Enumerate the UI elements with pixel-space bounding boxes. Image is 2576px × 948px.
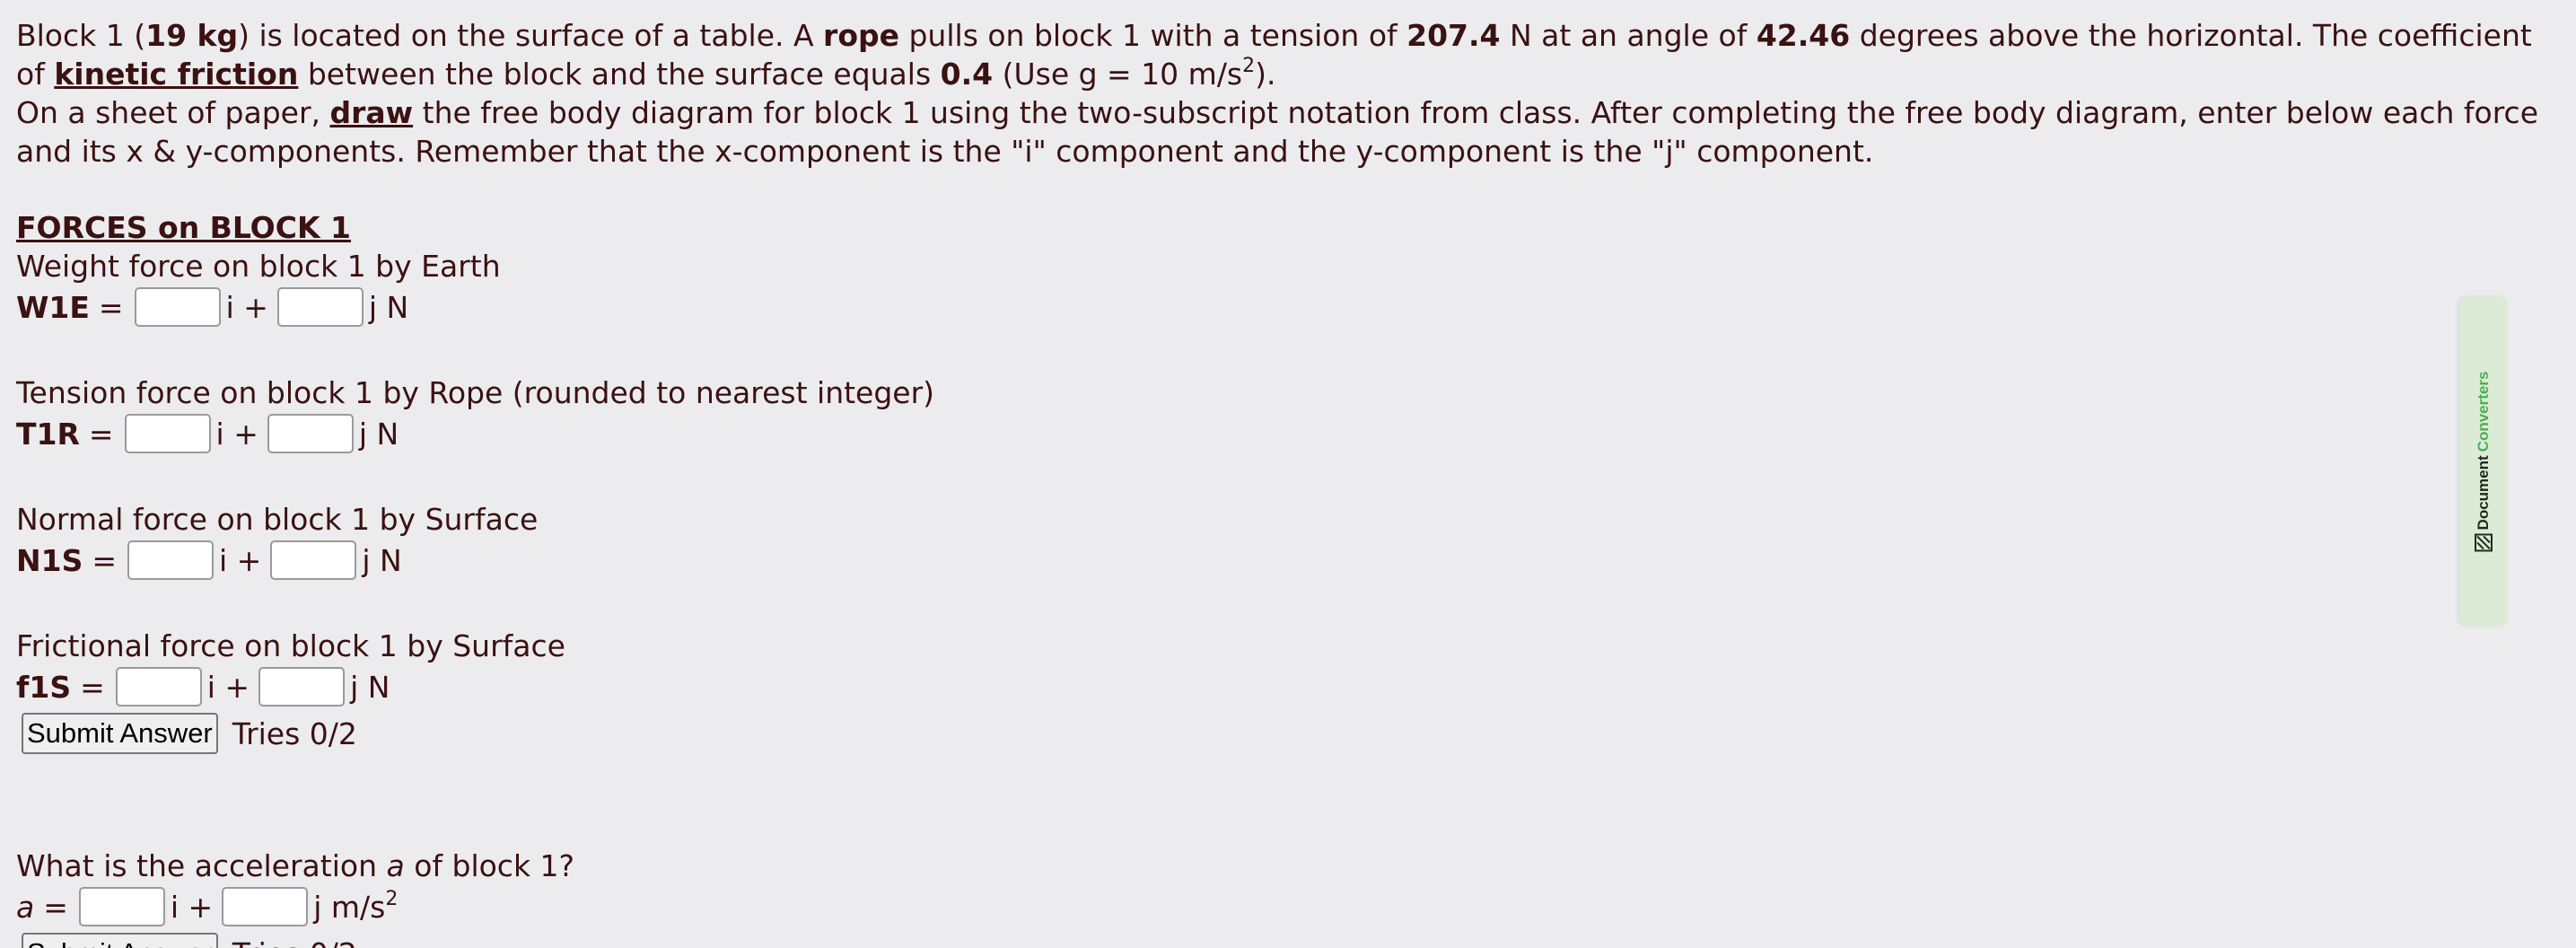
i-component-label: i +: [206, 669, 250, 705]
w1e-i-input[interactable]: [134, 287, 221, 327]
text: of block 1?: [404, 848, 575, 883]
n1s-j-input[interactable]: [270, 540, 357, 580]
force-name: W1E: [16, 289, 90, 325]
force-label: Frictional force on block 1 by Surface: [16, 628, 565, 663]
superscript: 2: [1242, 55, 1256, 77]
document-converters-tab[interactable]: Document Converters: [2459, 296, 2508, 627]
problem-statement: Block 1 (19 kg) is located on the surfac…: [16, 16, 2565, 93]
equals-sign: =: [98, 289, 124, 325]
i-component-label: i +: [225, 289, 268, 325]
submit-answer-button[interactable]: Submit Answer: [22, 713, 218, 754]
f1s-i-input[interactable]: [115, 667, 202, 707]
text: (Use g = 10 m/s: [993, 57, 1243, 92]
equals-sign: =: [88, 416, 114, 452]
document-converters-logo-icon: [2475, 533, 2493, 552]
forces-submit-row: Submit Answer Tries 0/2: [16, 710, 2565, 757]
force-equation-row: N1S = i + j N: [16, 539, 2565, 582]
force-group-n1s: Normal force on block 1 by Surface N1S =…: [16, 500, 2565, 582]
text: between the block and the surface equals: [298, 57, 941, 92]
accel-i-input[interactable]: [78, 887, 165, 926]
angle-value: 42.46: [1756, 18, 1851, 53]
acceleration-variable: a: [386, 848, 405, 883]
side-tab-text-a: Document: [2475, 455, 2492, 531]
j-component-label: j N: [358, 416, 399, 452]
j-accel-unit-label: j m/s2: [313, 888, 398, 926]
rope-term: rope: [823, 18, 899, 53]
friction-coefficient-value: 0.4: [940, 57, 994, 92]
i-component-label: i +: [215, 416, 258, 452]
force-label: Weight force on block 1 by Earth: [16, 249, 501, 284]
t1r-j-input[interactable]: [267, 414, 354, 453]
mass-value: 19 kg: [145, 18, 239, 53]
force-equation-row: f1S = i + j N: [16, 665, 2565, 708]
equals-sign: =: [80, 669, 105, 705]
forces-heading: FORCES on BLOCK 1: [16, 210, 351, 245]
force-name: T1R: [16, 416, 80, 452]
equals-sign: =: [43, 889, 68, 925]
w1e-j-input[interactable]: [276, 287, 364, 327]
i-component-label: i +: [170, 889, 214, 925]
acceleration-name: a: [16, 889, 35, 925]
accel-submit-row: Submit Answer Tries 0/2: [16, 930, 2565, 948]
superscript: 2: [385, 887, 399, 910]
side-tab-label: Document Converters: [2475, 372, 2493, 552]
acceleration-equation-row: a = i + j m/s2: [16, 885, 2565, 928]
equals-sign: =: [92, 542, 118, 578]
f1s-j-input[interactable]: [258, 667, 346, 707]
draw-term: draw: [329, 95, 414, 130]
kinetic-friction-term: kinetic friction: [54, 57, 299, 92]
instructions: On a sheet of paper, draw the free body …: [16, 93, 2565, 171]
tries-counter: Tries 0/2: [232, 935, 357, 948]
text: What is the acceleration: [16, 848, 387, 883]
submit-answer-button[interactable]: Submit Answer: [22, 933, 218, 948]
force-group-t1r: Tension force on block 1 by Rope (rounde…: [16, 373, 2565, 455]
t1r-i-input[interactable]: [124, 414, 211, 453]
force-equation-row: T1R = i + j N: [16, 412, 2565, 455]
force-label: Normal force on block 1 by Surface: [16, 502, 539, 537]
force-group-f1s: Frictional force on block 1 by Surface f…: [16, 627, 2565, 708]
text: N at an angle of: [1500, 18, 1757, 53]
text: ) is located on the surface of a table. …: [238, 18, 824, 53]
text: Block 1 (: [16, 18, 146, 53]
n1s-i-input[interactable]: [127, 540, 215, 580]
tension-value: 207.4: [1406, 18, 1501, 53]
text: On a sheet of paper,: [16, 95, 330, 130]
force-name: N1S: [16, 542, 83, 578]
j-component-label: j N: [368, 289, 409, 325]
force-label: Tension force on block 1 by Rope (rounde…: [16, 375, 935, 410]
j-component-label: j N: [362, 542, 402, 578]
force-equation-row: W1E = i + j N: [16, 285, 2565, 329]
i-component-label: i +: [219, 542, 262, 578]
side-tab-text-b: Converters: [2475, 371, 2492, 452]
accel-j-input[interactable]: [222, 887, 309, 926]
text: j m/s: [313, 889, 386, 925]
force-name: f1S: [16, 669, 72, 705]
text: pulls on block 1 with a tension of: [899, 18, 1407, 53]
force-group-w1e: Weight force on block 1 by Earth W1E = i…: [16, 247, 2565, 329]
problem-content: Block 1 (19 kg) is located on the surfac…: [16, 16, 2565, 948]
acceleration-group: What is the acceleration a of block 1? a…: [16, 847, 2565, 948]
j-component-label: j N: [350, 669, 390, 705]
text: ).: [1255, 57, 1276, 92]
tries-counter: Tries 0/2: [232, 715, 357, 751]
acceleration-question: What is the acceleration a of block 1?: [16, 847, 2565, 885]
